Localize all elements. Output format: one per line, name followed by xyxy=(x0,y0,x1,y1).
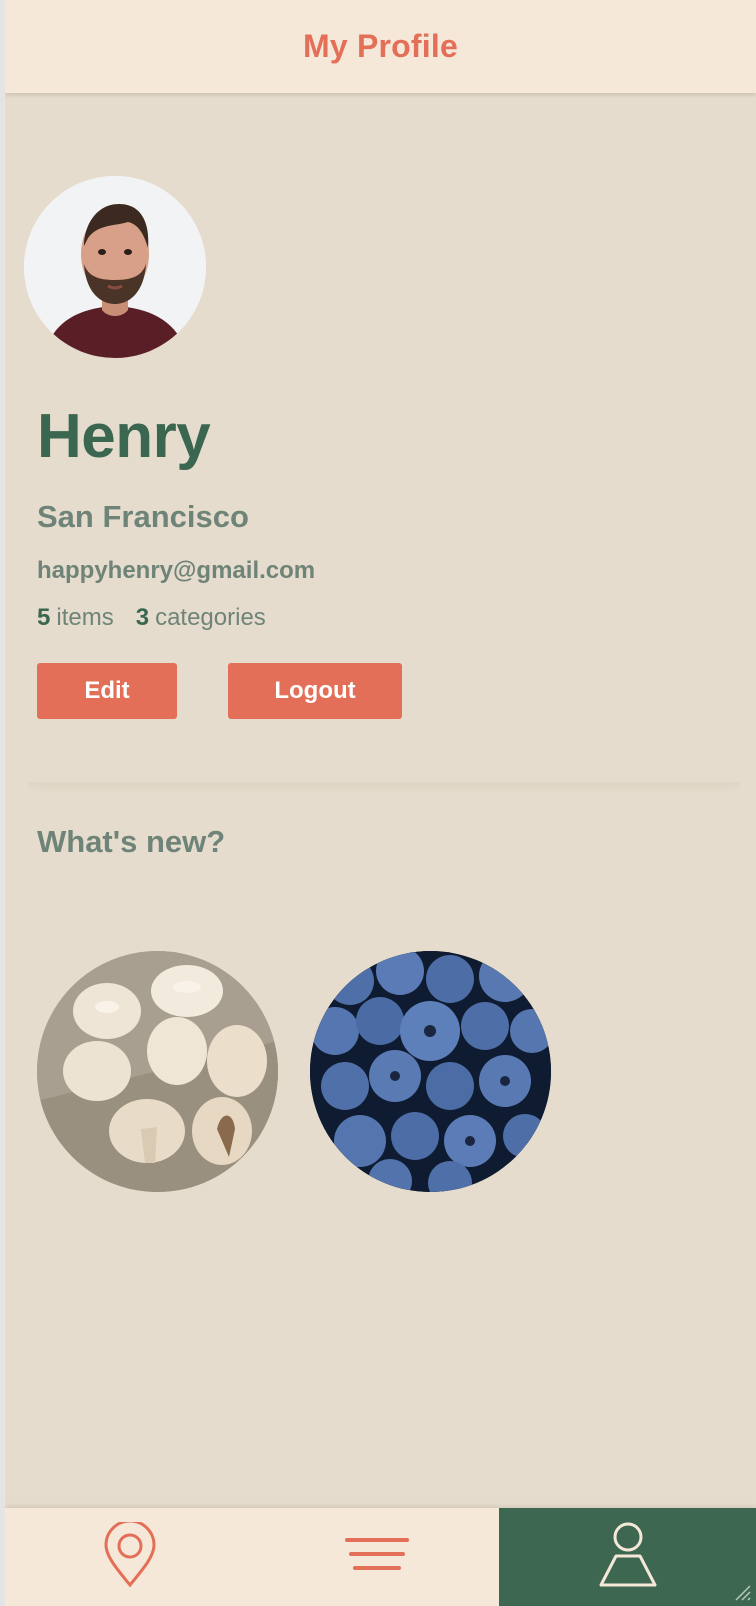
mushrooms-photo[interactable] xyxy=(37,951,278,1192)
resize-grip-icon[interactable] xyxy=(728,1578,752,1602)
categories-count: 3 xyxy=(135,604,150,631)
items-label: items xyxy=(56,604,114,631)
profile-city: San Francisco xyxy=(37,499,249,534)
bottom-nav xyxy=(5,1508,756,1606)
section-divider xyxy=(29,783,739,785)
nav-profile[interactable] xyxy=(499,1508,756,1606)
categories-label: categories xyxy=(155,604,266,631)
app-screen: My Profile Henry San Francisco happyhenr… xyxy=(5,0,756,1606)
items-count: 5 xyxy=(37,604,51,631)
page-title: My Profile xyxy=(303,28,458,64)
profile-name: Henry xyxy=(37,402,211,471)
whats-new-title: What's new? xyxy=(37,824,226,859)
edit-button[interactable]: Edit xyxy=(37,663,177,719)
items-stat: 5 items xyxy=(37,604,114,632)
blueberries-photo[interactable] xyxy=(310,951,551,1192)
profile-stats: 5 items 3 categories xyxy=(37,604,266,632)
profile-icon xyxy=(598,1522,658,1593)
nav-menu[interactable] xyxy=(255,1508,499,1606)
header-bar: My Profile xyxy=(5,0,756,93)
menu-icon xyxy=(345,1535,409,1580)
categories-stat: 3 categories xyxy=(136,604,266,632)
avatar xyxy=(24,176,206,358)
map-pin-icon xyxy=(102,1519,158,1593)
nav-map[interactable] xyxy=(5,1508,255,1606)
logout-button[interactable]: Logout xyxy=(228,663,402,719)
profile-email: happyhenry@gmail.com xyxy=(37,557,316,584)
